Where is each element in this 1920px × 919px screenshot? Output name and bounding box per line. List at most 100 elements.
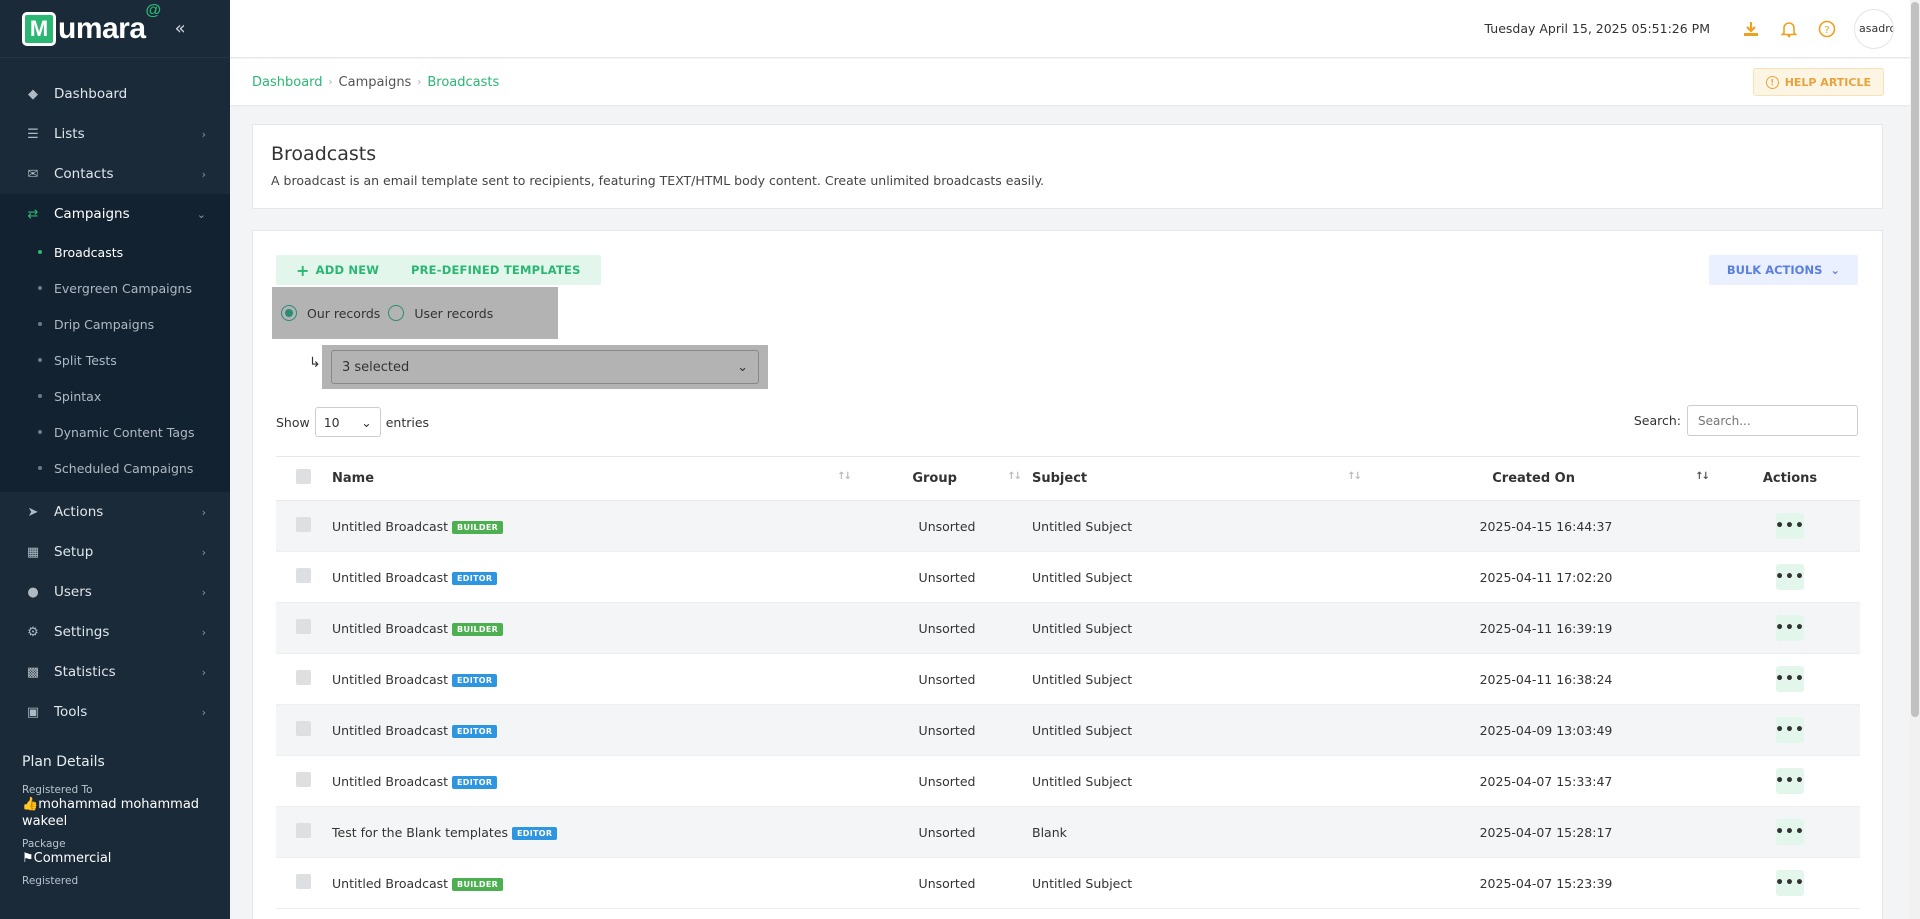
row-checkbox[interactable] — [296, 568, 311, 583]
table-row: Untitled Broadcast EDITOR Unsorted Untitled… — [276, 755, 1860, 807]
row-group-cell: Unsorted — [862, 500, 1032, 552]
chevron-right-icon: › — [201, 505, 206, 519]
bell-icon[interactable] — [1778, 18, 1800, 40]
row-created-cell: 2025-04-07 15:23:39 — [1372, 857, 1720, 909]
sidebar-item-users[interactable]: ● Users › — [0, 572, 230, 612]
row-checkbox[interactable] — [296, 517, 311, 532]
row-actions-menu-icon[interactable]: ••• — [1775, 768, 1804, 794]
row-actions-menu-icon[interactable]: ••• — [1775, 615, 1804, 641]
download-icon[interactable] — [1740, 18, 1762, 40]
entries-length-select[interactable]: 10 ⌄ — [314, 407, 381, 437]
row-name-cell: Untitled Broadcast EDITOR — [332, 704, 862, 756]
entries-length-value: 10 — [323, 414, 340, 430]
gear-icon: ⚙ — [27, 624, 39, 640]
page-scrollbar[interactable] — [1910, 0, 1920, 919]
row-subject-cell: Blank — [1032, 806, 1372, 858]
campaign-icon: ⇄ — [27, 206, 39, 222]
breadcrumb-dashboard[interactable]: Dashboard — [252, 75, 323, 90]
select-all-checkbox[interactable] — [296, 469, 311, 484]
column-created-on[interactable]: Created On ↑↓ — [1372, 456, 1720, 501]
sidebar-item-campaigns[interactable]: ⇄ Campaigns ⌄ — [0, 194, 230, 234]
row-actions-cell: ••• — [1720, 551, 1860, 603]
row-actions-menu-icon[interactable]: ••• — [1775, 666, 1804, 692]
sidebar-item-label: Campaigns — [54, 206, 130, 222]
predefined-templates-button[interactable]: PRE-DEFINED TEMPLATES — [391, 255, 601, 285]
row-actions-menu-icon[interactable]: ••• — [1775, 564, 1804, 590]
bullet-icon — [38, 322, 42, 326]
registered-label: Registered — [22, 875, 79, 887]
column-group[interactable]: Group ↑↓ — [862, 456, 1032, 501]
help-circle-icon[interactable]: ? — [1816, 18, 1838, 40]
table-row: Untitled Broadcast BUILDER Unsorted Untitle… — [276, 857, 1860, 909]
submenu-item-scheduled[interactable]: Scheduled Campaigns — [0, 450, 230, 486]
row-checkbox[interactable] — [296, 670, 311, 685]
sidebar-item-settings[interactable]: ⚙ Settings › — [0, 612, 230, 652]
sidebar-item-actions[interactable]: ➤ Actions › — [0, 492, 230, 532]
breadcrumb-campaigns[interactable]: Campaigns — [339, 75, 412, 90]
user-multiselect[interactable]: 3 selected ⌄ — [331, 350, 759, 384]
row-group-cell: Unsorted — [862, 653, 1032, 705]
add-new-button[interactable]: + ADD NEW — [276, 255, 400, 285]
logo-name: umara — [58, 11, 146, 45]
sidebar-item-label: Users — [54, 584, 92, 600]
broadcast-name-link[interactable]: Test for the Blank templates — [332, 825, 508, 840]
sidebar-item-label: Actions — [54, 504, 104, 520]
row-name-cell: Test for the Blank templates EDITOR — [332, 806, 862, 858]
registered-to-label: Registered To — [22, 784, 93, 796]
broadcast-name-link[interactable]: Untitled Broadcast — [332, 876, 448, 891]
breadcrumb-broadcasts[interactable]: Broadcasts — [427, 75, 499, 90]
row-actions-menu-icon[interactable]: ••• — [1775, 819, 1804, 845]
submenu-item-evergreen[interactable]: Evergreen Campaigns — [0, 270, 230, 306]
page-description: A broadcast is an email template sent to… — [271, 173, 1045, 188]
plus-icon: + — [296, 260, 310, 280]
broadcast-type-badge: EDITOR — [452, 775, 498, 789]
user-records-radio[interactable] — [388, 305, 405, 321]
row-actions-menu-icon[interactable]: ••• — [1775, 870, 1804, 896]
logo-text: umara@ — [58, 2, 161, 46]
chevron-down-icon: ⌄ — [1830, 263, 1840, 277]
row-actions-menu-icon[interactable]: ••• — [1775, 513, 1804, 539]
sidebar-item-lists[interactable]: ☰ Lists › — [0, 114, 230, 154]
sidebar-item-tools[interactable]: ▣ Tools › — [0, 692, 230, 732]
submenu-item-dynamic-tags[interactable]: Dynamic Content Tags — [0, 414, 230, 450]
submenu-item-split-tests[interactable]: Split Tests — [0, 342, 230, 378]
search-input[interactable] — [1687, 405, 1858, 436]
row-checkbox[interactable] — [296, 619, 311, 634]
row-checkbox[interactable] — [296, 823, 311, 838]
help-article-button[interactable]: ! HELP ARTICLE — [1752, 68, 1884, 96]
submenu-item-spintax[interactable]: Spintax — [0, 378, 230, 414]
scrollbar-thumb[interactable] — [1911, 2, 1919, 717]
submenu-item-broadcasts[interactable]: Broadcasts — [0, 234, 230, 270]
row-group-cell: Unsorted — [862, 602, 1032, 654]
sidebar-item-dashboard[interactable]: ◆ Dashboard — [0, 74, 230, 114]
bulk-actions-button[interactable]: BULK ACTIONS ⌄ — [1708, 255, 1858, 285]
sidebar-item-label: Lists — [54, 126, 85, 142]
broadcast-name-link[interactable]: Untitled Broadcast — [332, 672, 448, 687]
row-checkbox[interactable] — [296, 874, 311, 889]
row-select-cell — [276, 704, 332, 756]
our-records-radio[interactable] — [281, 305, 297, 321]
bullet-icon — [38, 394, 42, 398]
column-group-label: Group — [912, 471, 957, 486]
sidebar-item-setup[interactable]: ▦ Setup › — [0, 532, 230, 572]
column-subject[interactable]: Subject ↑↓ — [1032, 456, 1372, 501]
row-checkbox[interactable] — [296, 721, 311, 736]
collapse-sidebar-icon[interactable]: « — [175, 18, 186, 39]
avatar[interactable]: asadro — [1854, 8, 1894, 49]
user-select-panel: 3 selected ⌄ — [322, 345, 768, 389]
row-name-cell: Untitled Broadcast BUILDER — [332, 602, 862, 654]
broadcast-name-link[interactable]: Untitled Broadcast — [332, 519, 448, 534]
broadcast-name-link[interactable]: Untitled Broadcast — [332, 570, 448, 585]
column-name[interactable]: Name ↑↓ — [332, 456, 862, 501]
sidebar-item-contacts[interactable]: ✉ Contacts › — [0, 154, 230, 194]
row-actions-menu-icon[interactable]: ••• — [1775, 717, 1804, 743]
row-checkbox[interactable] — [296, 772, 311, 787]
table-row: Untitled Broadcast EDITOR Unsorted Untitled… — [276, 704, 1860, 756]
broadcast-name-link[interactable]: Untitled Broadcast — [332, 723, 448, 738]
row-actions-cell: ••• — [1720, 653, 1860, 705]
actions-icon: ➤ — [27, 504, 39, 520]
broadcast-name-link[interactable]: Untitled Broadcast — [332, 774, 448, 789]
submenu-item-drip[interactable]: Drip Campaigns — [0, 306, 230, 342]
sidebar-item-statistics[interactable]: ▩ Statistics › — [0, 652, 230, 692]
broadcast-name-link[interactable]: Untitled Broadcast — [332, 621, 448, 636]
